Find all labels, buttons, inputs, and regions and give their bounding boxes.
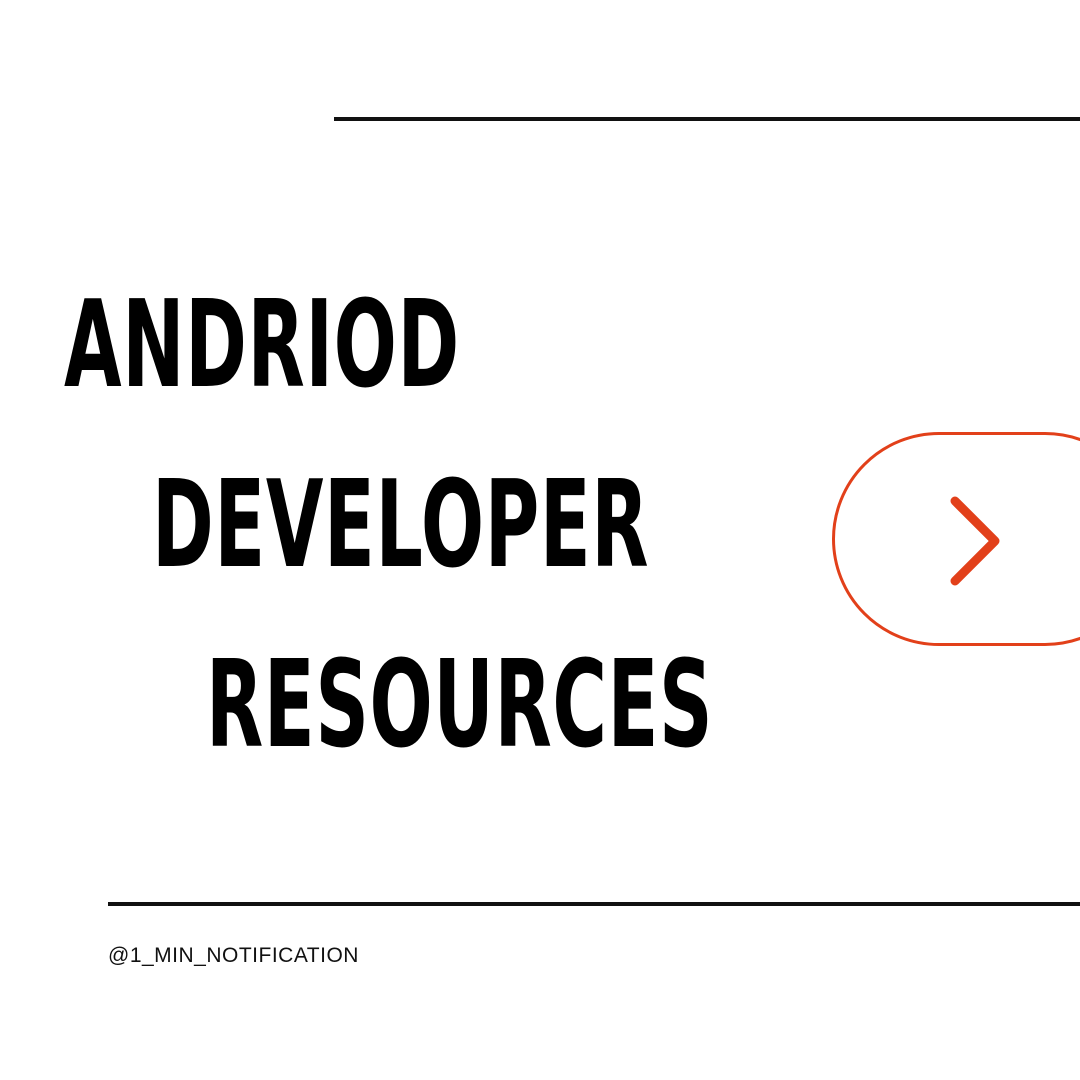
title-line-3: RESOURCES bbox=[206, 636, 714, 775]
top-divider bbox=[334, 117, 1080, 121]
title-line-2: DEVELOPER bbox=[152, 456, 650, 595]
account-handle: @1_MIN_NOTIFICATION bbox=[108, 944, 359, 967]
title-line-1: ANDRIOD bbox=[64, 276, 460, 415]
next-button[interactable] bbox=[832, 432, 1080, 646]
bottom-divider bbox=[108, 902, 1080, 906]
chevron-right-icon bbox=[950, 496, 1000, 586]
slide-canvas: ANDRIOD DEVELOPER RESOURCES @1_MIN_NOTIF… bbox=[0, 0, 1080, 1080]
